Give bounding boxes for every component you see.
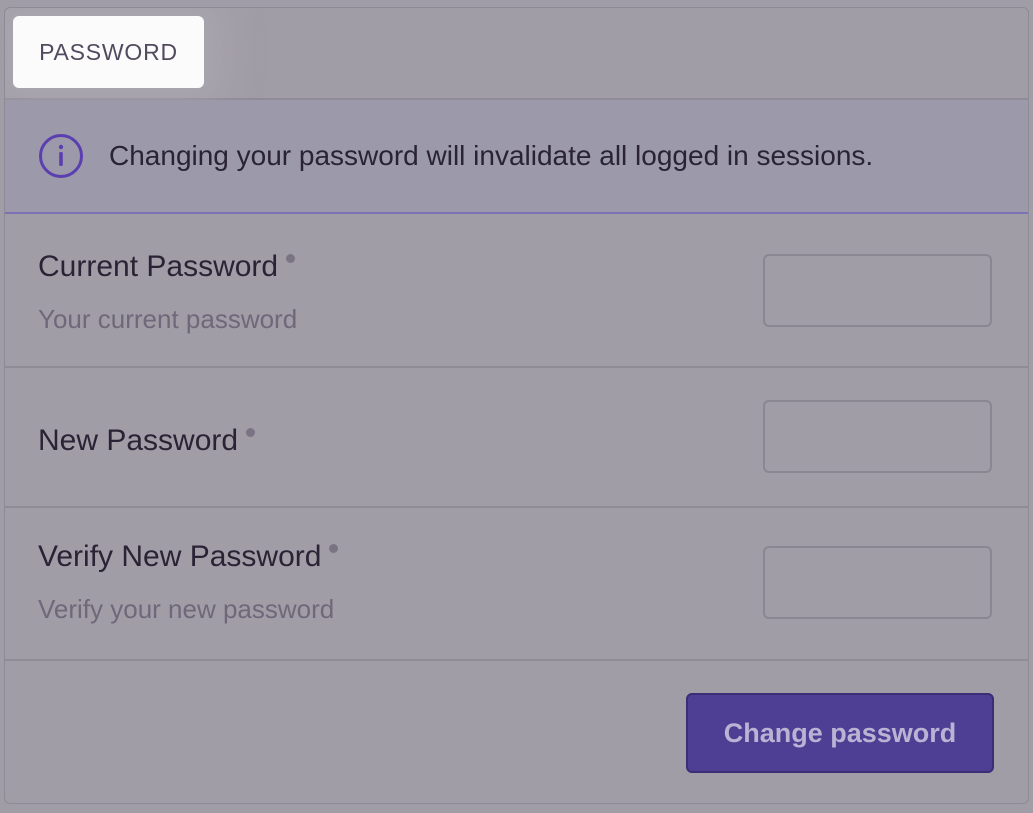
change-password-button[interactable]: Change password — [686, 693, 994, 773]
alert-message: Changing your password will invalidate a… — [109, 140, 874, 171]
current-password-row: Current Password Your current password — [5, 214, 1028, 368]
verify-password-input[interactable] — [763, 546, 992, 619]
panel-title-tab: PASSWORD — [13, 16, 204, 88]
required-indicator — [286, 254, 296, 263]
new-password-input[interactable] — [763, 400, 992, 473]
current-password-help: Your current password — [38, 304, 298, 334]
current-password-input[interactable] — [763, 254, 992, 327]
required-indicator — [329, 544, 339, 553]
panel-header: PASSWORD — [5, 8, 1028, 100]
new-password-row: New Password — [5, 368, 1028, 508]
verify-password-row: Verify New Password Verify your new pass… — [5, 508, 1028, 661]
password-settings-panel: PASSWORD Changing your password will inv… — [4, 7, 1029, 804]
verify-password-label: Verify New Password — [38, 540, 339, 574]
info-alert: Changing your password will invalidate a… — [5, 100, 1028, 214]
panel-title: PASSWORD — [39, 38, 178, 65]
verify-password-help: Verify your new password — [38, 594, 335, 624]
info-circle-icon — [38, 133, 84, 179]
new-password-label: New Password — [38, 424, 256, 458]
current-password-label: Current Password — [38, 250, 296, 284]
required-indicator — [246, 428, 256, 437]
